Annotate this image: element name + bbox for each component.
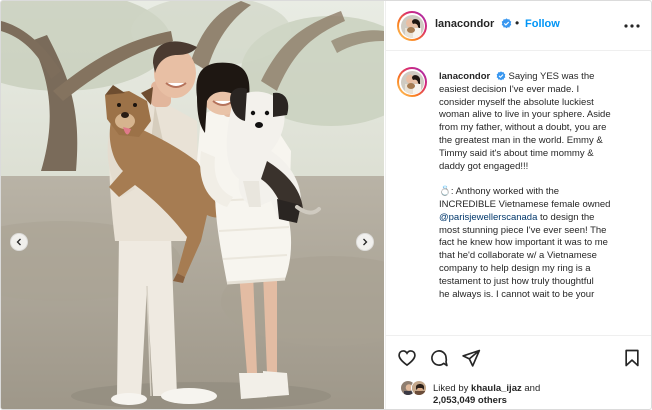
author-avatar-image [400,14,424,38]
caption-line: most stunning piece I've ever seen! The [439,224,607,236]
caption-mention-link[interactable]: @parisjewellerscanada [439,212,537,223]
likes-prefix: Liked by [433,383,472,394]
caption-line: daddy got engaged!!! [439,160,529,172]
caption-area: lanacondor Saying YES was the easiest de… [386,52,651,335]
caption-text: to design the [537,211,595,223]
follow-button[interactable]: Follow [525,18,560,30]
caption-avatar-image [400,70,424,94]
caption-author-avatar[interactable] [397,67,427,97]
action-bar [386,335,651,379]
verified-badge-icon [496,71,506,81]
bookmark-icon[interactable] [622,348,642,368]
likes-count[interactable]: 2,053,049 others [433,395,507,406]
share-icon[interactable] [461,348,481,368]
post-side-panel: lanacondor • Follow lanacondor Saying YE… [385,1,651,409]
verified-badge-icon [501,18,512,29]
caption-line: that he'd collaborate w/ a Vietnamese [439,250,597,262]
caption-paragraph-gap [439,173,646,186]
caption-line: consider myself the absolute luckiest [439,96,594,108]
likes-summary: Liked by khaula_ijaz and 2,053,049 other… [386,379,651,409]
liker-username[interactable]: khaula_ijaz [471,383,522,394]
liker-avatar-image [412,381,426,395]
author-avatar[interactable] [397,11,427,41]
heart-icon[interactable] [397,348,417,368]
post-photo[interactable] [1,1,384,409]
instagram-post: lanacondor • Follow lanacondor Saying YE… [0,0,652,410]
caption-username[interactable]: lanacondor [439,71,490,82]
caption-line: INCREDIBLE Vietnamese female owned [439,198,611,210]
likes-and: and [521,383,541,394]
caption-line: lanacondor Saying YES was the [439,71,646,84]
comment-icon[interactable] [429,348,449,368]
caption-line: 💍: Anthony worked with the [439,186,560,198]
caption-line: easiest decision I've ever made. I [439,83,580,95]
post-header: lanacondor • Follow [386,1,651,51]
carousel-next-button[interactable] [356,233,374,251]
caption-line: testament to just how truly thoughtful [439,275,594,287]
caption-line: company to help design my ring is a [439,262,591,274]
caption-line: Timmy said it's about time mommy & [439,147,594,159]
author-username[interactable]: lanacondor [435,18,494,30]
caption-line: the greatest man in the world. Emmy & [439,134,603,146]
liker-avatar [411,380,427,396]
caption-line: he always is. I cannot wait to be your [439,288,595,300]
caption-line: from my father, without a doubt, you are [439,122,607,134]
liker-avatars[interactable] [400,380,430,396]
likes-text: Liked by khaula_ijaz and [433,382,648,395]
header-separator-dot: • [515,16,520,30]
caption-line: woman alive to live in your sphere. Asid… [439,109,611,121]
post-caption: lanacondor Saying YES was the easiest de… [439,71,646,301]
engagement-photo [1,1,384,409]
chevron-left-icon [16,238,21,246]
carousel-prev-button[interactable] [10,233,28,251]
chevron-right-icon [363,238,368,246]
more-icon[interactable] [623,23,641,29]
caption-text: Saying YES was the [508,71,595,82]
caption-line: @parisjewellerscanada to design the [439,212,646,225]
caption-line: fact he knew how important it was to me [439,237,608,249]
